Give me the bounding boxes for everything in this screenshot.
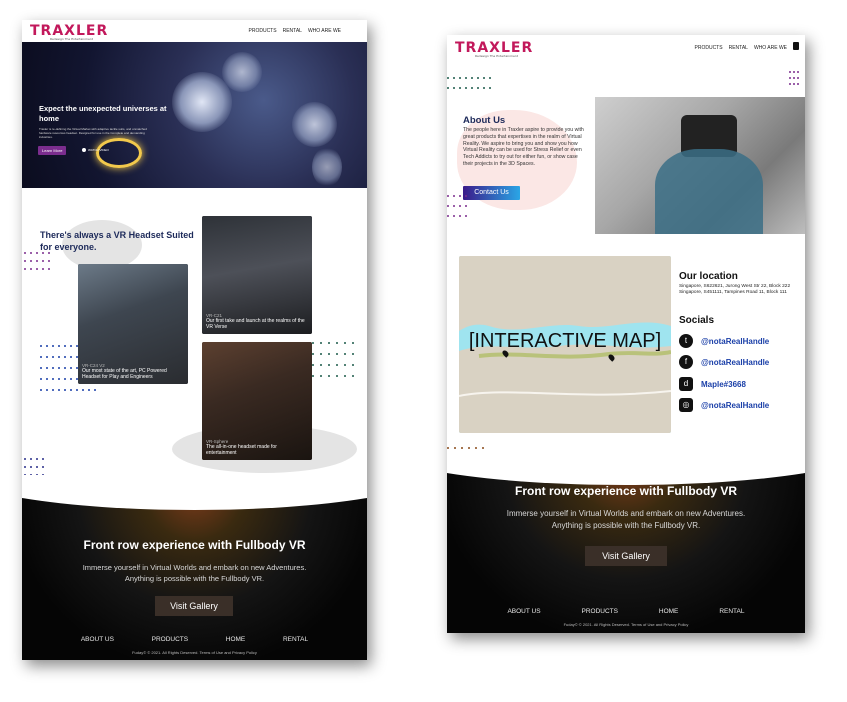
- footer-rental[interactable]: RENTAL: [719, 608, 744, 615]
- product-caption: Our first take and launch at the realms …: [206, 318, 305, 330]
- fullbody-vr-section: Front row experience with Fullbody VR Im…: [447, 450, 805, 633]
- product-caption: The all-in-one headset made for entertai…: [206, 444, 277, 456]
- twitter-icon: t: [679, 334, 693, 348]
- glowing-ring: [96, 138, 142, 168]
- about-title: About Us: [463, 115, 506, 126]
- footer-products[interactable]: PRODUCTS: [152, 636, 188, 643]
- location-title: Our location: [679, 271, 738, 282]
- hero-title: Expect the unexpected universes at home: [39, 104, 167, 123]
- homepage-mockup: TRAXLER Redesign The Entertainment PRODUC…: [22, 20, 367, 660]
- socials-title: Socials: [679, 315, 715, 326]
- social-instagram[interactable]: ◎ @notaRealHandle: [679, 398, 769, 412]
- map-placeholder-label: [INTERACTIVE MAP]: [468, 330, 662, 352]
- nav-products[interactable]: PRODUCTS: [695, 45, 723, 51]
- contact-us-button[interactable]: Contact Us: [463, 186, 520, 200]
- learn-more-button[interactable]: Learn More: [38, 146, 67, 155]
- watch-video-link[interactable]: WATCH VIDEO: [82, 148, 109, 152]
- astronaut-figure: [172, 72, 232, 132]
- product-caption: Our most state of the art, PC Powered He…: [82, 368, 167, 380]
- top-nav: TRAXLER Redesign The Entertainment PRODUC…: [447, 35, 805, 61]
- footer-products[interactable]: PRODUCTS: [581, 608, 617, 615]
- social-facebook[interactable]: f @notaRealHandle: [679, 355, 769, 369]
- visit-gallery-button[interactable]: Visit Gallery: [155, 596, 233, 616]
- play-icon: [82, 148, 86, 152]
- nav-who-are-we[interactable]: WHO ARE WE: [754, 45, 787, 51]
- product-card-vr-sphere[interactable]: VR-Sphere The all-in-one headset made for…: [202, 342, 312, 460]
- social-discord[interactable]: d Maple#3668: [679, 377, 746, 391]
- astronaut-figure: [312, 147, 342, 187]
- footer-nav: ABOUT US PRODUCTS HOME RENTAL: [447, 608, 805, 615]
- section-subtitle-1: Immerse yourself in Virtual Worlds and e…: [82, 563, 307, 572]
- logo[interactable]: TRAXLER Redesign The Entertainment: [30, 23, 108, 41]
- products-heading: There's always a VR Headset Suited for e…: [40, 230, 194, 252]
- dot-pattern: [24, 458, 48, 476]
- hero-description: Traxler is re-defining the Virtual Marke…: [39, 127, 147, 139]
- footer-about-us[interactable]: ABOUT US: [81, 636, 114, 643]
- location-address: Singapore, S622621, Jurong West Str 22, …: [679, 284, 804, 297]
- footer-home[interactable]: HOME: [226, 636, 246, 643]
- nav-rental[interactable]: RENTAL: [729, 45, 748, 51]
- footer-rental[interactable]: RENTAL: [283, 636, 308, 643]
- product-card-vr-c24[interactable]: VR-C24 V2 Our most state of the art, PC P…: [78, 264, 188, 384]
- fullbody-vr-section: Front row experience with Fullbody VR Im…: [22, 475, 367, 660]
- section-subtitle-1: Immerse yourself in Virtual Worlds and e…: [506, 509, 746, 518]
- dot-pattern: [312, 342, 360, 377]
- section-title: Front row experience with Fullbody VR: [83, 538, 306, 552]
- section-subtitle-2: Anything is possible with the Fullbody V…: [124, 574, 265, 583]
- dot-pattern: [447, 195, 471, 217]
- about-page-mockup: TRAXLER Redesign The Entertainment PRODUC…: [447, 35, 805, 633]
- copyright-text: Fuday© © 2021. All Rights Deserved. Term…: [563, 622, 689, 627]
- section-title: Front row experience with Fullbody VR: [514, 484, 738, 498]
- nav-products[interactable]: PRODUCTS: [249, 28, 277, 34]
- nav-who-are-we[interactable]: WHO ARE WE: [308, 28, 341, 34]
- product-card-vr-c21[interactable]: VR-C21 Our first take and launch at the r…: [202, 216, 312, 334]
- section-curve: [447, 450, 805, 485]
- about-text: The people here in Traxler aspire to pro…: [463, 127, 584, 167]
- cart-icon[interactable]: [793, 42, 799, 50]
- astronaut-figure: [292, 102, 337, 147]
- copyright-text: Fuday© © 2021. All Rights Deserved. Term…: [132, 650, 257, 655]
- top-nav: TRAXLER Redesign The Entertainment PRODUC…: [22, 20, 367, 42]
- astronaut-figure: [222, 52, 262, 92]
- logo[interactable]: TRAXLER Redesign The Entertainment: [455, 40, 533, 58]
- address-line-2: Singapore, S451111, Tampines Road 11, Bl…: [679, 290, 787, 296]
- interactive-map[interactable]: [INTERACTIVE MAP]: [459, 256, 671, 433]
- facebook-icon: f: [679, 355, 693, 369]
- footer-about-us[interactable]: ABOUT US: [507, 608, 540, 615]
- dot-pattern: [24, 252, 54, 270]
- footer-nav: ABOUT US PRODUCTS HOME RENTAL: [22, 636, 367, 643]
- social-twitter[interactable]: t @notaRealHandle: [679, 334, 769, 348]
- dot-pattern: [447, 77, 495, 89]
- vr-child-photo: [595, 97, 805, 234]
- section-curve: [22, 475, 367, 510]
- dot-pattern: [789, 71, 801, 85]
- section-subtitle-2: Anything is possible with the Fullbody V…: [551, 521, 701, 530]
- instagram-icon: ◎: [679, 398, 693, 412]
- footer-home[interactable]: HOME: [659, 608, 679, 615]
- visit-gallery-button[interactable]: Visit Gallery: [585, 546, 667, 566]
- discord-icon: d: [679, 377, 693, 391]
- nav-rental[interactable]: RENTAL: [283, 28, 302, 34]
- hero-banner: Expect the unexpected universes at home …: [22, 42, 367, 188]
